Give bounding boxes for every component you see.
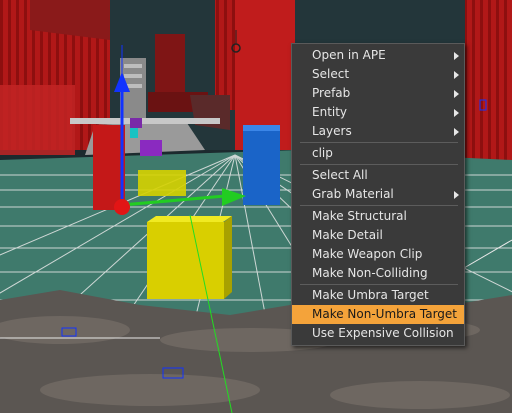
- submenu-arrow-icon: [454, 191, 459, 199]
- menu-item-label: Select: [312, 67, 350, 81]
- road-barrier: [70, 118, 220, 124]
- menu-item-label: Grab Material: [312, 187, 394, 201]
- menu-item-label: Make Detail: [312, 228, 383, 242]
- menu-item-make-weapon-clip[interactable]: Make Weapon Clip: [292, 245, 464, 264]
- menu-item-grab-material[interactable]: Grab Material: [292, 185, 464, 204]
- menu-item-label: Prefab: [312, 86, 351, 100]
- submenu-arrow-icon: [454, 52, 459, 60]
- menu-item-label: Make Structural: [312, 209, 407, 223]
- menu-item-use-expensive-collision[interactable]: Use Expensive Collision: [292, 324, 464, 343]
- menu-item-label: Open in APE: [312, 48, 386, 62]
- yellow-box-small: [138, 170, 186, 196]
- menu-item-clip[interactable]: clip: [292, 144, 464, 163]
- menu-item-open-in-ape[interactable]: Open in APE: [292, 46, 464, 65]
- menu-item-label: Entity: [312, 105, 348, 119]
- menu-separator: [300, 284, 458, 285]
- menu-item-make-non-colliding[interactable]: Make Non-Colliding: [292, 264, 464, 283]
- menu-separator: [300, 205, 458, 206]
- menu-item-label: Make Umbra Target: [312, 288, 429, 302]
- menu-item-label: Make Non-Umbra Target: [312, 307, 457, 321]
- menu-item-entity[interactable]: Entity: [292, 103, 464, 122]
- menu-item-layers[interactable]: Layers: [292, 122, 464, 141]
- submenu-arrow-icon: [454, 90, 459, 98]
- menu-item-label: Make Non-Colliding: [312, 266, 428, 280]
- menu-separator: [300, 142, 458, 143]
- submenu-arrow-icon: [454, 109, 459, 117]
- red-box: [93, 125, 125, 210]
- context-menu: Open in APE Select Prefab Entity Layers clip S…: [291, 43, 465, 346]
- gizmo-center[interactable]: [114, 199, 130, 215]
- menu-item-make-umbra-target[interactable]: Make Umbra Target: [292, 286, 464, 305]
- menu-item-label: Layers: [312, 124, 352, 138]
- menu-separator: [300, 164, 458, 165]
- menu-item-label: clip: [312, 146, 333, 160]
- menu-item-make-structural[interactable]: Make Structural: [292, 207, 464, 226]
- menu-item-make-detail[interactable]: Make Detail: [292, 226, 464, 245]
- menu-item-prefab[interactable]: Prefab: [292, 84, 464, 103]
- submenu-arrow-icon: [454, 128, 459, 136]
- menu-item-make-non-umbra-target[interactable]: Make Non-Umbra Target: [292, 305, 464, 324]
- blue-box: [243, 125, 280, 205]
- menu-item-label: Make Weapon Clip: [312, 247, 423, 261]
- menu-item-label: Use Expensive Collision: [312, 326, 454, 340]
- submenu-arrow-icon: [454, 71, 459, 79]
- blue-box-top: [243, 125, 280, 131]
- menu-item-select[interactable]: Select: [292, 65, 464, 84]
- yellow-box-selected: [147, 216, 232, 299]
- menu-item-label: Select All: [312, 168, 368, 182]
- menu-item-select-all[interactable]: Select All: [292, 166, 464, 185]
